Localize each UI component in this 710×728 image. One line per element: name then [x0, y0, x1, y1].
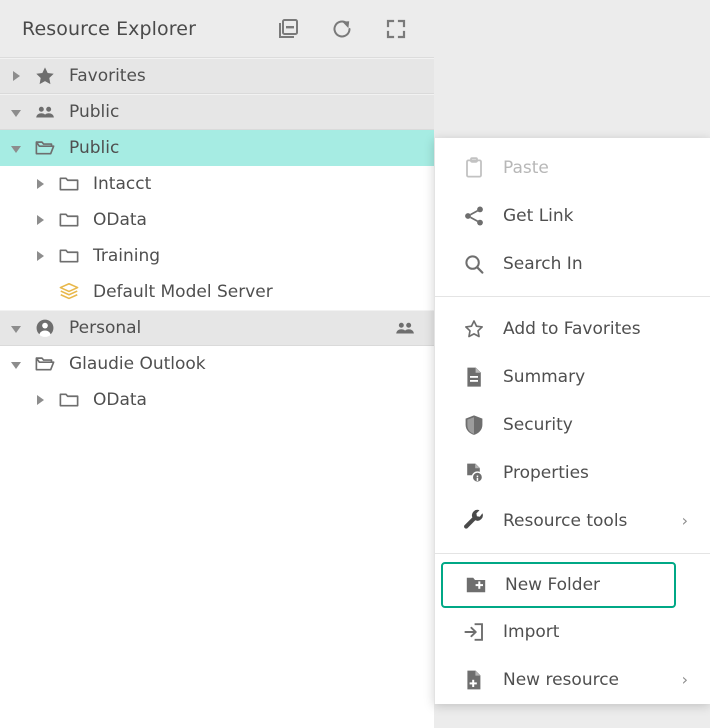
star-outline-icon: [461, 316, 487, 342]
tree-row-label: Public: [69, 102, 119, 122]
tree-row-label: Public: [69, 138, 119, 158]
chevron-down-icon[interactable]: [8, 140, 24, 156]
panel-toolbar: [274, 15, 410, 43]
collapse-all-icon[interactable]: [274, 15, 302, 43]
clipboard-icon: [461, 155, 487, 181]
resource-tree: Favorites Public Public Intacct OData Trainin…: [0, 58, 434, 418]
menu-item-resource-tools[interactable]: Resource tools ›: [435, 497, 710, 545]
menu-item-properties[interactable]: Properties: [435, 449, 710, 497]
chevron-down-icon[interactable]: [8, 356, 24, 372]
tree-row-personal[interactable]: Personal: [0, 310, 434, 346]
menu-item-search-in[interactable]: Search In: [435, 240, 710, 288]
folder-icon: [56, 245, 82, 267]
resource-explorer-window: Resource Explorer: [0, 0, 710, 728]
tree-row-label: Favorites: [69, 66, 146, 86]
new-resource-icon: [461, 667, 487, 693]
wrench-icon: [461, 508, 487, 534]
menu-item-add-to-favorites[interactable]: Add to Favorites: [435, 305, 710, 353]
menu-item-label: Search In: [503, 254, 583, 274]
tree-row-label: OData: [93, 390, 147, 410]
tree-row-odata[interactable]: OData: [0, 202, 434, 238]
import-icon: [461, 619, 487, 645]
tree-row-label: Default Model Server: [93, 282, 273, 302]
people-icon: [32, 101, 58, 123]
chevron-right-icon: ›: [682, 513, 688, 529]
menu-separator: [435, 296, 710, 297]
menu-item-label: Add to Favorites: [503, 319, 641, 339]
menu-item-paste: Paste: [435, 144, 710, 192]
tree-row-label: Training: [93, 246, 160, 266]
chevron-down-icon[interactable]: [8, 104, 24, 120]
chevron-right-icon[interactable]: [32, 392, 48, 408]
chevron-down-icon[interactable]: [8, 320, 24, 336]
tree-row-training[interactable]: Training: [0, 238, 434, 274]
fullscreen-icon[interactable]: [382, 15, 410, 43]
menu-item-label: Resource tools: [503, 511, 627, 531]
folder-open-icon: [32, 353, 58, 375]
people-icon[interactable]: [394, 317, 416, 339]
star-icon: [32, 65, 58, 87]
menu-item-summary[interactable]: Summary: [435, 353, 710, 401]
tree-row-odata[interactable]: OData: [0, 382, 434, 418]
tree-row-intacct[interactable]: Intacct: [0, 166, 434, 202]
folder-open-icon: [32, 137, 58, 159]
tree-row-default-model-server[interactable]: Default Model Server: [0, 274, 434, 310]
folder-icon: [56, 209, 82, 231]
chevron-right-icon[interactable]: [32, 212, 48, 228]
new-folder-icon: [463, 572, 489, 598]
twisty-placeholder: [32, 284, 48, 300]
folder-icon: [56, 389, 82, 411]
menu-item-label: New resource: [503, 670, 619, 690]
menu-item-label: Properties: [503, 463, 589, 483]
tree-row-label: Personal: [69, 318, 141, 338]
share-icon: [461, 203, 487, 229]
panel-title: Resource Explorer: [22, 18, 196, 40]
tree-row-favorites[interactable]: Favorites: [0, 58, 434, 94]
person-icon: [32, 317, 58, 339]
menu-item-label: Security: [503, 415, 573, 435]
menu-item-new-resource[interactable]: New resource ›: [435, 656, 710, 704]
chevron-right-icon: ›: [682, 672, 688, 688]
folder-icon: [56, 173, 82, 195]
refresh-icon[interactable]: [328, 15, 356, 43]
tree-row-label: Glaudie Outlook: [69, 354, 206, 374]
menu-item-new-folder[interactable]: New Folder: [441, 562, 676, 608]
context-menu: Paste Get Link Search In Add to Favorites Su…: [434, 138, 710, 704]
menu-item-import[interactable]: Import: [435, 608, 710, 656]
menu-item-label: Paste: [503, 158, 549, 178]
tree-row-glaudie-outlook[interactable]: Glaudie Outlook: [0, 346, 434, 382]
resource-explorer-panel: Resource Explorer: [0, 0, 434, 728]
shield-icon: [461, 412, 487, 438]
tree-row-public[interactable]: Public: [0, 94, 434, 130]
chevron-right-icon[interactable]: [32, 176, 48, 192]
search-icon: [461, 251, 487, 277]
menu-item-label: Get Link: [503, 206, 574, 226]
tree-row-label: Intacct: [93, 174, 151, 194]
chevron-right-icon[interactable]: [8, 68, 24, 84]
menu-item-label: New Folder: [505, 575, 600, 595]
tree-row-public[interactable]: Public: [0, 130, 434, 166]
model-server-icon: [56, 281, 82, 303]
properties-icon: [461, 460, 487, 486]
menu-item-get-link[interactable]: Get Link: [435, 192, 710, 240]
menu-item-security[interactable]: Security: [435, 401, 710, 449]
panel-header: Resource Explorer: [0, 0, 434, 58]
summary-icon: [461, 364, 487, 390]
menu-item-label: Import: [503, 622, 559, 642]
menu-separator: [435, 553, 710, 554]
tree-row-label: OData: [93, 210, 147, 230]
menu-item-label: Summary: [503, 367, 585, 387]
chevron-right-icon[interactable]: [32, 248, 48, 264]
